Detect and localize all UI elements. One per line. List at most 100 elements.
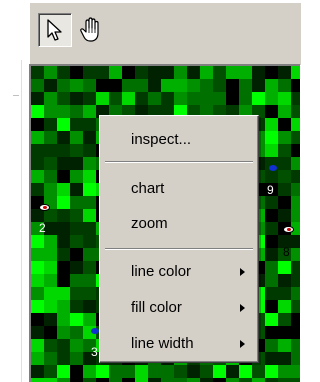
app-window: 2 9 8 3 inspect... chart zoom line color… xyxy=(0,0,301,382)
node-marker[interactable] xyxy=(269,165,277,171)
grid-cell xyxy=(291,79,300,92)
grid-cell xyxy=(174,92,187,105)
node-marker[interactable] xyxy=(91,328,99,334)
grid-cell xyxy=(31,274,44,287)
grid-cell xyxy=(122,66,135,79)
select-tool-button[interactable] xyxy=(38,13,72,47)
grid-cell xyxy=(187,365,200,378)
grid-cell xyxy=(70,326,83,339)
grid-cell xyxy=(265,235,278,248)
menu-item-zoom[interactable]: zoom xyxy=(102,212,256,236)
grid-cell xyxy=(291,352,300,365)
grid-cell xyxy=(148,79,161,92)
grid-cell xyxy=(135,365,148,378)
grid-cell xyxy=(96,378,109,382)
grid-cell xyxy=(213,92,226,105)
menu-item-label: line color xyxy=(131,263,192,280)
grid-cell xyxy=(44,105,57,118)
grid-cell xyxy=(161,66,174,79)
grid-cell xyxy=(83,209,96,222)
grid-cell xyxy=(57,79,70,92)
grid-cell xyxy=(70,313,83,326)
grid-cell xyxy=(57,118,70,131)
grid-cell xyxy=(70,300,83,313)
menu-item-line-color[interactable]: line color xyxy=(102,260,256,284)
grid-cell xyxy=(31,378,44,382)
grid-cell xyxy=(96,66,109,79)
grid-cell xyxy=(31,105,44,118)
grid-cell xyxy=(148,378,161,382)
grid-cell xyxy=(291,248,300,261)
grid-cell xyxy=(57,287,70,300)
grid-cell xyxy=(291,365,300,378)
grid-cell xyxy=(291,313,300,326)
grid-cell xyxy=(278,209,291,222)
grid-cell xyxy=(83,300,96,313)
menu-item-chart[interactable]: chart xyxy=(102,177,256,201)
grid-cell xyxy=(278,92,291,105)
grid-cell xyxy=(291,261,300,274)
grid-cell xyxy=(265,339,278,352)
grid-cell xyxy=(252,365,265,378)
grid-cell xyxy=(44,274,57,287)
grid-cell xyxy=(83,92,96,105)
menu-item-line-width[interactable]: line width xyxy=(102,332,256,356)
grid-cell xyxy=(31,287,44,300)
grid-cell xyxy=(96,79,109,92)
grid-cell xyxy=(31,183,44,196)
grid-cell xyxy=(278,118,291,131)
grid-cell xyxy=(278,300,291,313)
grid-cell xyxy=(265,144,278,157)
grid-cell xyxy=(70,261,83,274)
grid-cell xyxy=(278,66,291,79)
grid-cell xyxy=(278,144,291,157)
grid-cell xyxy=(161,79,174,92)
grid-cell xyxy=(57,196,70,209)
grid-cell xyxy=(278,170,291,183)
submenu-arrow-icon xyxy=(240,304,245,312)
grid-cell xyxy=(57,313,70,326)
grid-cell xyxy=(57,365,70,378)
grid-cell xyxy=(57,274,70,287)
node-marker[interactable] xyxy=(283,226,294,233)
edge-divider xyxy=(13,95,19,96)
node-label: 8 xyxy=(283,245,290,259)
grid-cell xyxy=(148,66,161,79)
grid-cell xyxy=(44,300,57,313)
grid-cell xyxy=(265,92,278,105)
toolbar xyxy=(29,2,301,65)
grid-cell xyxy=(226,79,239,92)
grid-cell xyxy=(57,170,70,183)
grid-cell xyxy=(31,92,44,105)
grid-cell xyxy=(226,92,239,105)
grid-cell xyxy=(70,248,83,261)
grid-cell xyxy=(70,157,83,170)
grid-cell xyxy=(239,365,252,378)
grid-cell xyxy=(278,105,291,118)
pan-tool-button[interactable] xyxy=(74,13,108,47)
grid-cell xyxy=(278,313,291,326)
grid-cell xyxy=(70,365,83,378)
node-marker[interactable] xyxy=(39,204,50,211)
grid-cell xyxy=(31,300,44,313)
grid-cell xyxy=(44,92,57,105)
grid-cell xyxy=(291,300,300,313)
grid-cell xyxy=(70,222,83,235)
grid-cell xyxy=(265,170,278,183)
grid-cell xyxy=(70,378,83,382)
grid-cell xyxy=(31,339,44,352)
submenu-arrow-icon xyxy=(240,268,245,276)
grid-cell xyxy=(31,248,44,261)
grid-cell xyxy=(96,365,109,378)
grid-cell xyxy=(70,235,83,248)
grid-cell xyxy=(135,66,148,79)
menu-item-fill-color[interactable]: fill color xyxy=(102,296,256,320)
menu-item-inspect[interactable]: inspect... xyxy=(102,128,256,152)
grid-cell xyxy=(70,170,83,183)
grid-cell xyxy=(265,300,278,313)
grid-cell xyxy=(265,313,278,326)
grid-cell xyxy=(83,157,96,170)
grid-cell xyxy=(278,378,291,382)
menu-separator xyxy=(105,248,253,250)
grid-cell xyxy=(291,170,300,183)
